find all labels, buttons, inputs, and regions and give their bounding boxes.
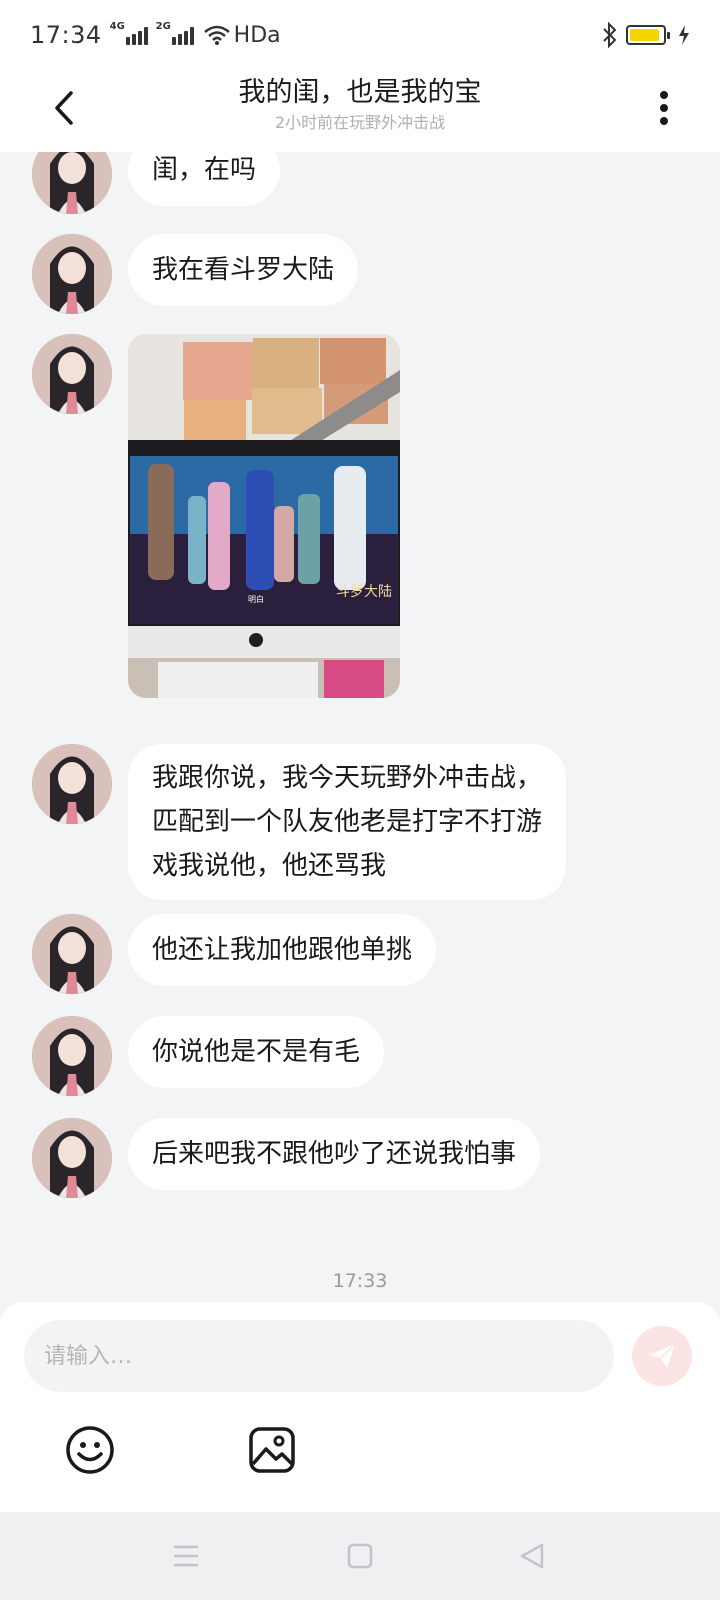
message-row: 我在看斗罗大陆 [32, 234, 359, 314]
message-bubble[interactable]: 我在看斗罗大陆 [128, 234, 359, 306]
message-bubble[interactable]: 我跟你说，我今天玩野外冲击战， 匹配到一个队友他老是打字不打游 戏我说他，他还骂… [128, 744, 567, 900]
home-square-icon [347, 1543, 373, 1569]
image-icon [249, 1427, 295, 1473]
message-row: 明白 斗罗大陆 [32, 334, 400, 698]
message-bubble[interactable]: 闺，在吗 [128, 152, 281, 206]
message-bubble[interactable]: 后来吧我不跟他吵了还说我怕事 [128, 1118, 541, 1190]
avatar[interactable] [32, 914, 112, 994]
nav-home-button[interactable] [336, 1532, 384, 1580]
chat-subtitle: 2小时前在玩野外冲击战 [274, 113, 446, 132]
message-list[interactable]: 闺，在吗 我在看斗罗大陆 明白 斗罗大陆 我跟你说，我今天玩野外冲击战， 匹配到… [0, 152, 720, 1302]
send-button[interactable] [632, 1326, 692, 1386]
status-time: 17:34 [30, 21, 102, 49]
signal-icon-2: 2G [156, 21, 194, 45]
message-row: 你说他是不是有毛 [32, 1016, 385, 1096]
message-row: 后来吧我不跟他吵了还说我怕事 [32, 1118, 541, 1198]
send-icon [649, 1343, 676, 1368]
chat-screen: 17:34 4G 2G HDa 我的闺，也是我的宝 2小时前在玩野外冲击战 闺，… [0, 0, 720, 1600]
nav-back-button[interactable] [508, 1532, 556, 1580]
status-bar: 17:34 4G 2G HDa [0, 0, 720, 70]
chat-title: 我的闺，也是我的宝 [238, 77, 482, 108]
avatar[interactable] [32, 334, 112, 414]
hd-label: HDa [233, 22, 281, 48]
nav-menu-button[interactable] [162, 1532, 210, 1580]
screen-logo: 斗罗大陆 [336, 584, 392, 600]
screen-caption: 明白 [248, 594, 264, 604]
message-bubble[interactable]: 他还让我加他跟他单挑 [128, 914, 437, 986]
avatar[interactable] [32, 234, 112, 314]
battery-icon [626, 25, 670, 45]
emoji-button[interactable] [64, 1424, 116, 1476]
chat-title-area: 我的闺，也是我的宝 2小时前在玩野外冲击战 [160, 74, 560, 134]
message-input[interactable] [24, 1320, 614, 1392]
message-timestamp: 17:33 [332, 1270, 388, 1292]
system-nav-bar [0, 1512, 720, 1600]
avatar[interactable] [32, 152, 112, 214]
image-button[interactable] [246, 1424, 298, 1476]
emoji-icon [66, 1426, 114, 1474]
bluetooth-icon [602, 22, 618, 48]
avatar[interactable] [32, 1118, 112, 1198]
back-triangle-icon [520, 1543, 544, 1569]
message-row: 闺，在吗 [32, 152, 281, 214]
back-button[interactable] [44, 84, 84, 132]
menu-icon [174, 1545, 198, 1567]
message-row: 他还让我加他跟他单挑 [32, 914, 437, 994]
avatar[interactable] [32, 1016, 112, 1096]
message-image[interactable]: 明白 斗罗大陆 [128, 334, 400, 698]
signal-icon: 4G [110, 21, 148, 45]
avatar[interactable] [32, 744, 112, 824]
message-row: 我跟你说，我今天玩野外冲击战， 匹配到一个队友他老是打字不打游 戏我说他，他还骂… [32, 744, 567, 900]
network-type-1: 4G [109, 21, 125, 32]
charging-icon [678, 25, 690, 45]
wifi-icon [203, 25, 230, 45]
chevron-left-icon [55, 91, 73, 125]
message-bubble[interactable]: 你说他是不是有毛 [128, 1016, 385, 1088]
more-vertical-icon [660, 91, 668, 125]
chat-header: 我的闺，也是我的宝 2小时前在玩野外冲击战 [0, 70, 720, 152]
more-button[interactable] [644, 84, 684, 132]
input-panel [0, 1302, 720, 1512]
network-type-2: 2G [155, 21, 171, 32]
